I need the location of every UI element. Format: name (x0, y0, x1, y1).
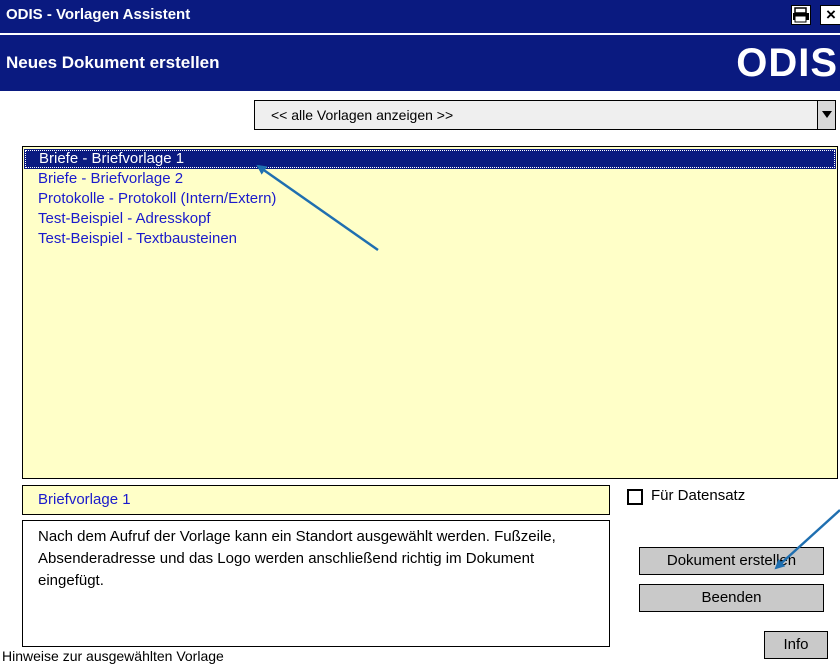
selected-template-name-text: Briefvorlage 1 (38, 491, 131, 508)
list-item[interactable]: Briefe - Briefvorlage 2 (23, 169, 835, 189)
datensatz-checkbox[interactable] (627, 489, 643, 505)
create-document-button[interactable]: Dokument erstellen (639, 547, 824, 575)
page-title: Neues Dokument erstellen (6, 53, 220, 72)
quit-button[interactable]: Beenden (639, 584, 824, 612)
odis-logo: ODIS (736, 41, 838, 85)
list-item[interactable]: Test-Beispiel - Textbausteinen (23, 229, 835, 249)
description-hint-label: Hinweise zur ausgewählten Vorlage (2, 648, 224, 664)
template-filter-select[interactable]: << alle Vorlagen anzeigen >> (254, 100, 836, 130)
list-item[interactable]: Test-Beispiel - Adresskopf (23, 209, 835, 229)
selected-template-name: Briefvorlage 1 (22, 485, 610, 515)
page-header: Neues Dokument erstellen ODIS (0, 33, 840, 91)
chevron-down-icon[interactable] (817, 101, 835, 129)
filter-selected-value: << alle Vorlagen anzeigen >> (271, 107, 454, 123)
close-icon[interactable]: × (820, 5, 840, 25)
template-description: Nach dem Aufruf der Vorlage kann ein Sta… (38, 528, 556, 589)
template-description-box: Nach dem Aufruf der Vorlage kann ein Sta… (22, 520, 610, 647)
list-item[interactable]: Protokolle - Protokoll (Intern/Extern) (23, 189, 835, 209)
window-title: ODIS - Vorlagen Assistent (6, 6, 191, 23)
window-titlebar: ODIS - Vorlagen Assistent × (0, 0, 840, 33)
list-item[interactable]: Briefe - Briefvorlage 1 (24, 149, 836, 169)
datensatz-label[interactable]: Für Datensatz (651, 487, 745, 504)
info-button[interactable]: Info (764, 631, 828, 659)
template-list[interactable]: Briefe - Briefvorlage 1 Briefe - Briefvo… (22, 146, 838, 479)
printer-icon[interactable] (791, 5, 811, 25)
